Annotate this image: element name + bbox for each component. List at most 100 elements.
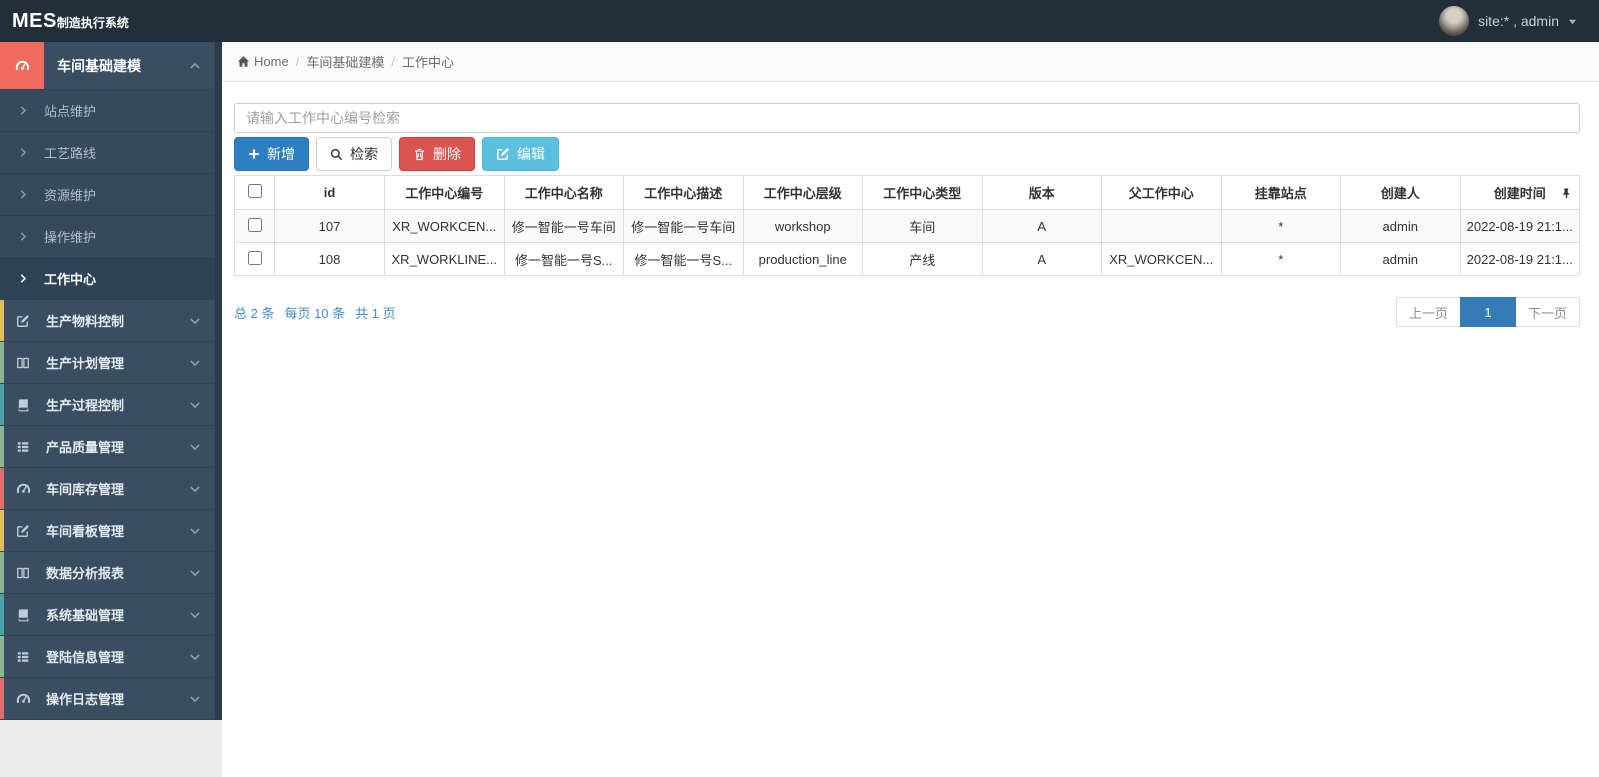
- row-select-cell: [234, 242, 275, 276]
- column-header: 工作中心类型: [862, 175, 983, 210]
- prev-page-button[interactable]: 上一页: [1395, 297, 1461, 327]
- add-button[interactable]: 新增: [234, 137, 309, 171]
- sidebar-subitem[interactable]: 站点维护: [0, 90, 215, 132]
- table-cell: admin: [1340, 242, 1461, 276]
- chevron-right-icon: [19, 190, 28, 199]
- sidebar-subitem[interactable]: 工艺路线: [0, 132, 215, 174]
- top-navbar: MES 制造执行系统 site:* , admin: [0, 0, 1599, 42]
- menu-accent-bar: [0, 468, 4, 509]
- avatar[interactable]: [1439, 6, 1470, 36]
- sidebar-menu: 车间基础建模 站点维护 工艺路线 资源维护 操作维护 工作中心 生产物料控制 生…: [0, 42, 222, 720]
- menu-accent-bar: [0, 552, 4, 593]
- chevron-down-icon: [190, 568, 200, 578]
- chevron-right-icon: [19, 148, 28, 157]
- table-cell: workshop: [742, 209, 863, 243]
- dashboard-icon: [0, 42, 44, 89]
- select-all-cell: [234, 175, 275, 210]
- home-icon: [237, 55, 250, 68]
- sidebar-subitem[interactable]: 资源维护: [0, 174, 215, 216]
- sidebar-group[interactable]: 生产物料控制: [0, 300, 215, 342]
- table-cell: XR_WORKLINE...: [384, 242, 505, 276]
- sidebar-group[interactable]: 产品质量管理: [0, 426, 215, 468]
- table-cell: A: [981, 209, 1102, 243]
- toolbar: 新增 检索 删除 编辑: [234, 137, 1580, 171]
- column-header: 工作中心描述: [623, 175, 744, 210]
- table-cell: 107: [274, 209, 385, 243]
- user-label: site:* , admin: [1478, 13, 1559, 29]
- brand-title: MES: [12, 9, 57, 32]
- sidebar-group-label: 车间基础建模: [57, 57, 141, 74]
- pagination-summary-item[interactable]: 共 1 页: [355, 303, 395, 322]
- sidebar-group[interactable]: 车间库存管理: [0, 468, 215, 510]
- menu-accent-bar: [0, 678, 4, 719]
- sidebar-group[interactable]: 数据分析报表: [0, 552, 215, 594]
- select-all-checkbox[interactable]: [247, 184, 262, 198]
- breadcrumb-home[interactable]: Home: [237, 54, 289, 69]
- column-header: id: [274, 175, 385, 210]
- table-cell: 108: [274, 242, 385, 276]
- sidebar-group[interactable]: 生产计划管理: [0, 342, 215, 384]
- sidebar-group[interactable]: 车间看板管理: [0, 510, 215, 552]
- sidebar-group[interactable]: 生产过程控制: [0, 384, 215, 426]
- column-header: 挂靠站点: [1220, 175, 1341, 210]
- sidebar-subitem[interactable]: 工作中心: [0, 258, 215, 300]
- chevron-right-icon: [19, 232, 28, 241]
- caret-down-icon: [1568, 13, 1577, 29]
- table-cell: 2022-08-19 21:1...: [1459, 242, 1580, 276]
- table-cell: 修一智能一号车间: [503, 209, 624, 243]
- sidebar-group[interactable]: 操作日志管理: [0, 678, 215, 720]
- columns-icon: [0, 356, 46, 370]
- pagination-summary-item[interactable]: 总 2 条: [234, 303, 274, 322]
- chevron-right-icon: [19, 106, 28, 115]
- chevron-down-icon: [190, 484, 200, 494]
- edit-icon: [496, 147, 510, 161]
- menu-accent-bar: [0, 384, 4, 425]
- user-menu[interactable]: site:* , admin: [1439, 6, 1577, 36]
- row-select-cell: [234, 209, 275, 243]
- table-cell: *: [1220, 242, 1341, 276]
- pin-icon[interactable]: [1561, 187, 1572, 198]
- brand-subtitle: 制造执行系统: [56, 15, 129, 30]
- menu-accent-bar: [0, 300, 4, 341]
- pagination: 上一页 1 下一页: [1395, 297, 1580, 327]
- column-header: 父工作中心: [1101, 175, 1222, 210]
- book-icon: [0, 398, 46, 412]
- sidebar-group-active[interactable]: 车间基础建模: [0, 42, 215, 90]
- search-icon: [330, 148, 343, 161]
- chevron-down-icon: [190, 652, 200, 662]
- columns-icon: [0, 566, 46, 580]
- list-icon: [0, 440, 46, 454]
- sidebar-group[interactable]: 系统基础管理: [0, 594, 215, 636]
- current-page-button[interactable]: 1: [1459, 297, 1516, 327]
- sidebar-subitem[interactable]: 操作维护: [0, 216, 215, 258]
- search-input[interactable]: [234, 103, 1580, 133]
- search-button[interactable]: 检索: [316, 137, 392, 171]
- plus-icon: [248, 148, 260, 160]
- edit-icon: [0, 314, 46, 328]
- menu-accent-bar: [0, 342, 4, 383]
- column-header: 创建时间: [1459, 175, 1580, 210]
- table-cell: XR_WORKCEN...: [384, 209, 505, 243]
- row-checkbox[interactable]: [247, 250, 262, 265]
- chevron-down-icon: [190, 694, 200, 704]
- menu-accent-bar: [0, 636, 4, 677]
- edit-button[interactable]: 编辑: [482, 137, 559, 171]
- dashboard-icon: [0, 691, 46, 706]
- pagination-summary-item[interactable]: 每页 10 条: [284, 303, 345, 322]
- chevron-down-icon: [190, 316, 200, 326]
- menu-accent-bar: [0, 594, 4, 635]
- column-header: 工作中心名称: [503, 175, 624, 210]
- next-page-button[interactable]: 下一页: [1514, 297, 1580, 327]
- dashboard-icon: [0, 481, 46, 496]
- book-icon: [0, 608, 46, 622]
- edit-icon: [0, 524, 46, 538]
- row-checkbox[interactable]: [247, 217, 262, 232]
- menu-accent-bar: [0, 510, 4, 551]
- sidebar-group[interactable]: 登陆信息管理: [0, 636, 215, 678]
- delete-button[interactable]: 删除: [399, 137, 475, 171]
- breadcrumb-level1[interactable]: 车间基础建模: [306, 52, 384, 71]
- column-header: 工作中心层级: [742, 175, 863, 210]
- table-cell: 修一智能一号S...: [503, 242, 624, 276]
- trash-icon: [413, 148, 426, 161]
- chevron-down-icon: [190, 442, 200, 452]
